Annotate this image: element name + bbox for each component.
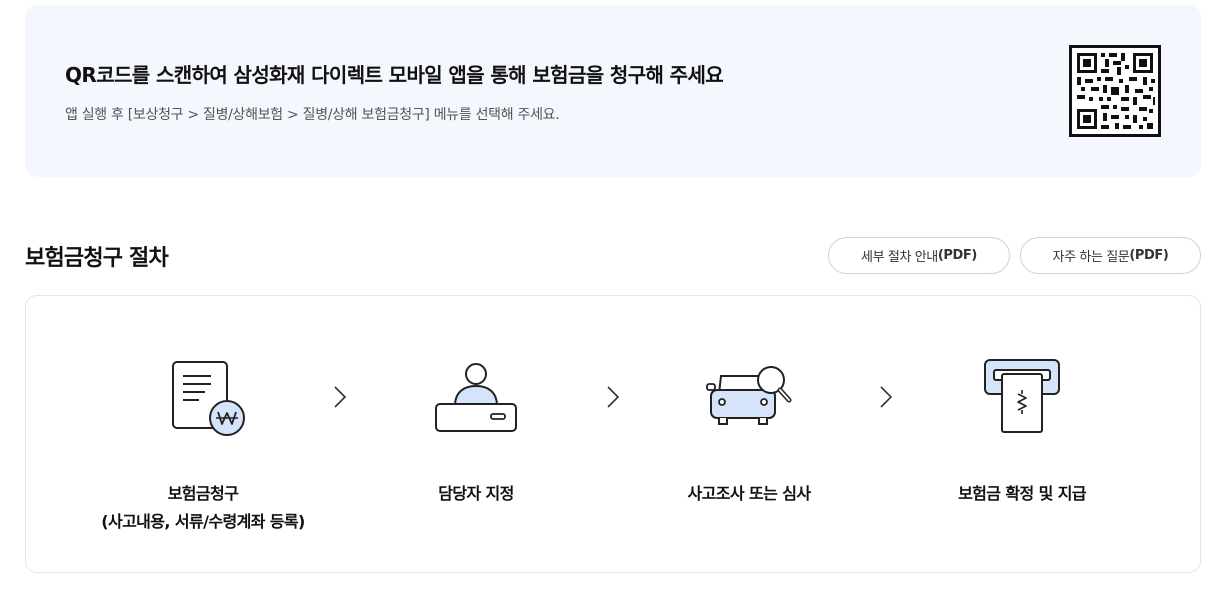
faq-pdf-suffix: (PDF) bbox=[1129, 248, 1169, 263]
qr-banner: QR코드를 스캔하여 삼성화재 다이렉트 모바일 앱을 통해 보험금을 청구해 … bbox=[25, 5, 1201, 177]
person-desk-icon bbox=[435, 363, 517, 432]
car-magnifier-icon bbox=[706, 366, 792, 425]
detail-procedure-pdf-button[interactable]: 세부 절차 안내 (PDF) bbox=[828, 237, 1010, 274]
step-claim-subtitle: (사고내용, 서류/수령계좌 등록) bbox=[101, 512, 305, 531]
step-investigation: 사고조사 또는 심사 bbox=[619, 356, 879, 508]
faq-label: 자주 하는 질문 bbox=[1052, 250, 1130, 265]
detail-procedure-label: 세부 절차 안내 bbox=[861, 250, 938, 265]
faq-pdf-button[interactable]: 자주 하는 질문 (PDF) bbox=[1020, 237, 1201, 274]
qr-banner-description: 앱 실행 후 [보상청구 > 질병/상해보험 > 질병/상해 보험금청구] 메뉴… bbox=[65, 107, 560, 123]
detail-procedure-pdf-suffix: (PDF) bbox=[937, 248, 977, 263]
cash-dispense-icon bbox=[984, 359, 1060, 433]
step-payment: 보험금 확정 및 지급 bbox=[892, 356, 1152, 508]
step-claim-label: 보험금청구 (사고내용, 서류/수령계좌 등록) bbox=[73, 480, 333, 536]
claim-steps-panel: 보험금청구 (사고내용, 서류/수령계좌 등록) 담당자 지정 사고조사 또는 … bbox=[25, 295, 1201, 573]
step-claim-title: 보험금청구 bbox=[167, 484, 239, 503]
step-claim: 보험금청구 (사고내용, 서류/수령계좌 등록) bbox=[73, 356, 333, 536]
section-title: 보험금청구 절차 bbox=[25, 246, 169, 271]
step-investigation-label: 사고조사 또는 심사 bbox=[687, 484, 812, 503]
qr-code-icon bbox=[1069, 45, 1161, 137]
step-assign-manager-label: 담당자 지정 bbox=[438, 484, 514, 503]
step-payment-label: 보험금 확정 및 지급 bbox=[958, 484, 1086, 503]
qr-banner-title: QR코드를 스캔하여 삼성화재 다이렉트 모바일 앱을 통해 보험금을 청구해 … bbox=[65, 63, 724, 87]
document-won-icon bbox=[172, 361, 245, 436]
step-assign-manager: 담당자 지정 bbox=[346, 356, 606, 508]
